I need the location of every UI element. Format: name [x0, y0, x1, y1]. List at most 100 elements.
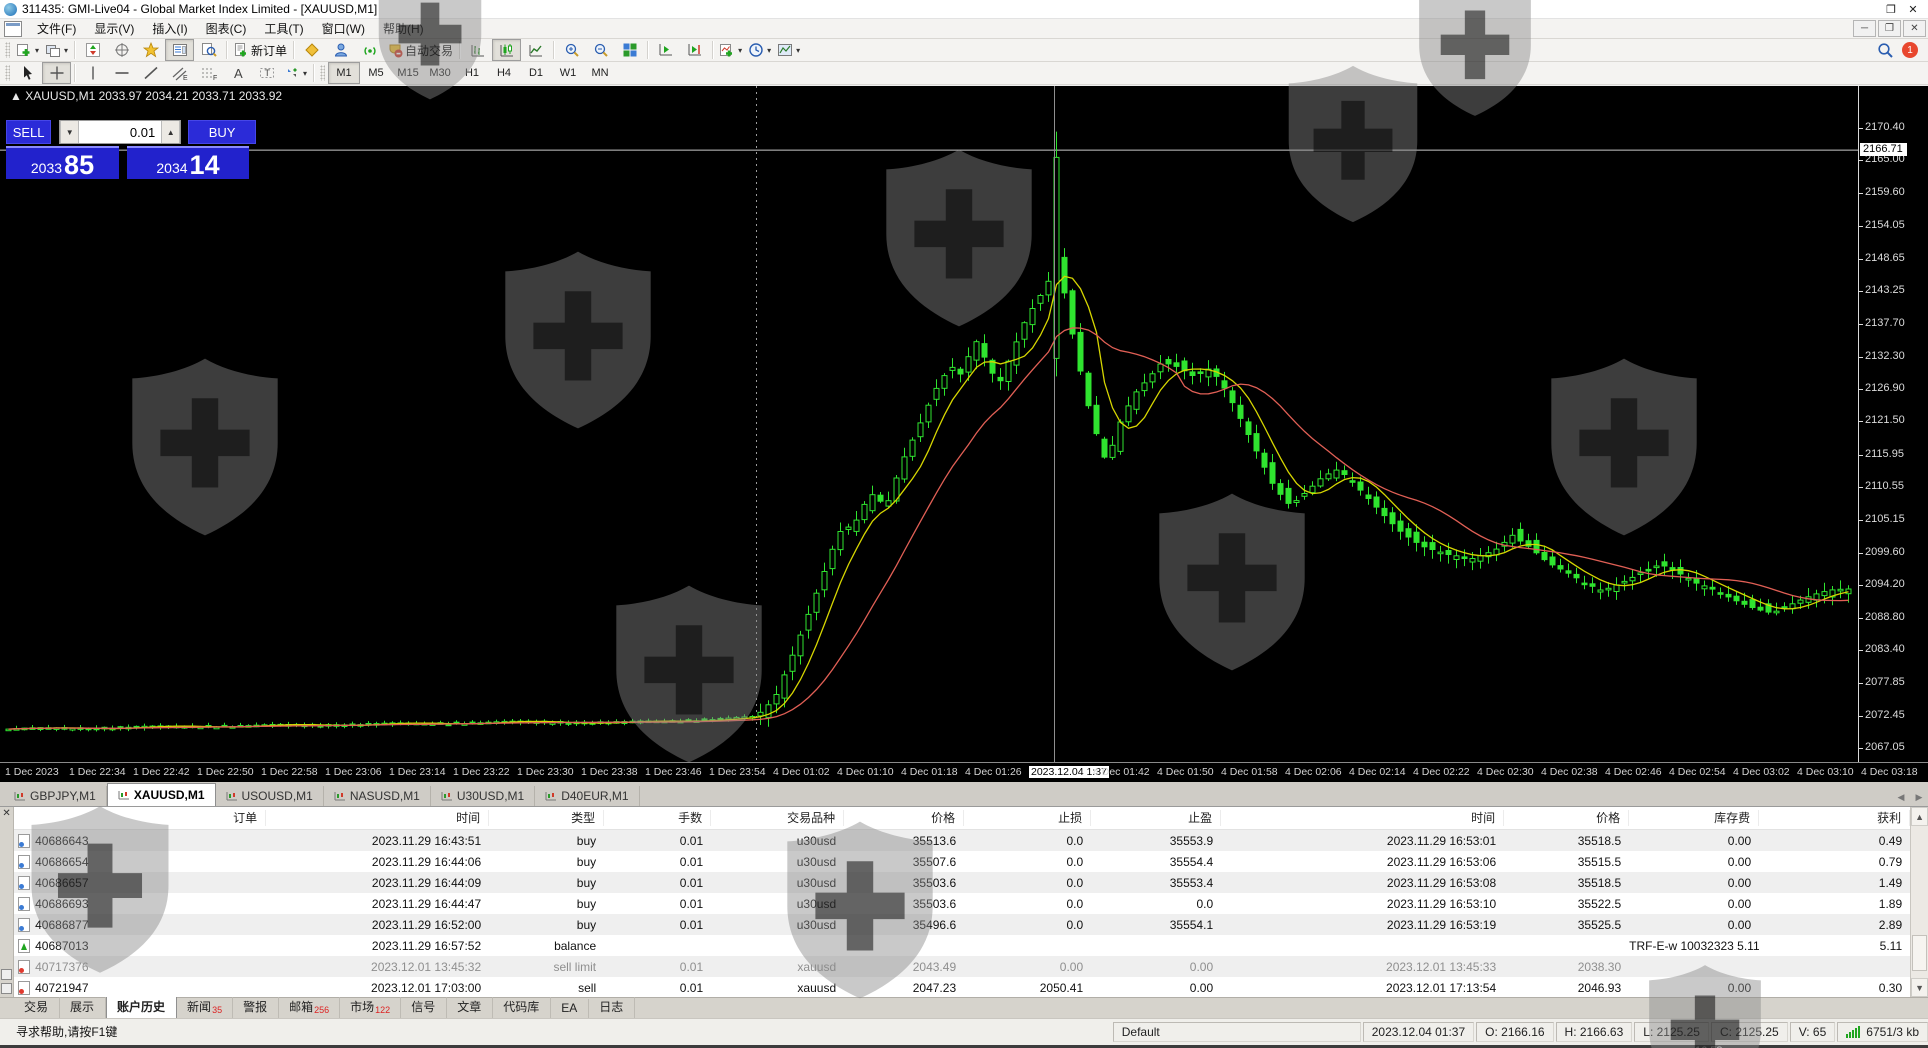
- restore-window-icon[interactable]: ❐: [1880, 2, 1902, 17]
- scroll-down-icon[interactable]: ▼: [1911, 978, 1928, 997]
- terminal-tab[interactable]: 展示: [60, 996, 106, 1018]
- terminal-tab[interactable]: 文章: [447, 996, 493, 1018]
- search-icon[interactable]: [1877, 42, 1894, 59]
- timeframe-button[interactable]: H1: [456, 62, 488, 84]
- terminal-tab[interactable]: 账户历史: [106, 995, 177, 1018]
- crosshair-tool-button[interactable]: [42, 62, 71, 84]
- menu-item[interactable]: 显示(V): [85, 18, 143, 39]
- terminal-strip-icon[interactable]: [1, 983, 12, 994]
- menu-item[interactable]: 图表(C): [197, 18, 256, 39]
- table-row[interactable]: 40686654 2023.11.29 16:44:06 buy 0.01 u3…: [14, 851, 1910, 872]
- sell-button[interactable]: SELL: [6, 120, 51, 144]
- table-row[interactable]: 40686877 2023.11.29 16:52:00 buy 0.01 u3…: [14, 914, 1910, 935]
- terminal-tab[interactable]: EA: [551, 999, 589, 1018]
- close-chart-icon[interactable]: ✕: [1903, 20, 1926, 37]
- periods-button[interactable]: ▾: [745, 39, 774, 61]
- table-header-cell[interactable]: 止盈: [1091, 810, 1221, 826]
- cursor-tool-button[interactable]: [13, 62, 42, 84]
- terminal-tab[interactable]: 新闻 35: [177, 996, 233, 1018]
- table-row[interactable]: 40686657 2023.11.29 16:44:09 buy 0.01 u3…: [14, 872, 1910, 893]
- chart-shift-button[interactable]: [680, 39, 709, 61]
- signals-button[interactable]: [355, 39, 384, 61]
- chart-tab[interactable]: GBPJPY,M1: [4, 786, 107, 806]
- menu-item[interactable]: 工具(T): [255, 18, 312, 39]
- arrows-tool-button[interactable]: ▾: [281, 62, 310, 84]
- status-profile[interactable]: Default: [1113, 1022, 1361, 1042]
- volume-decrease-icon[interactable]: ▼: [60, 121, 79, 143]
- fibonacci-tool-button[interactable]: F: [194, 62, 223, 84]
- table-header-cell[interactable]: 时间: [266, 810, 489, 826]
- timeframe-button[interactable]: H4: [488, 62, 520, 84]
- new-chart-button[interactable]: ▾: [13, 39, 42, 61]
- menu-item[interactable]: 窗口(W): [313, 18, 374, 39]
- price-axis[interactable]: 2170.402165.002159.602154.052148.652143.…: [1858, 86, 1928, 762]
- volume-increase-icon[interactable]: ▲: [161, 121, 180, 143]
- chart-tab[interactable]: XAUUSD,M1: [107, 783, 216, 806]
- candlestick-chart-canvas[interactable]: [0, 86, 1858, 762]
- menu-item[interactable]: 插入(I): [143, 18, 196, 39]
- terminal-scrollbar[interactable]: ▲ ▼: [1910, 807, 1928, 997]
- notification-badge[interactable]: 1: [1902, 42, 1918, 58]
- table-header-cell[interactable]: 订单: [14, 810, 266, 826]
- toolbar-grip[interactable]: [320, 65, 325, 81]
- table-header-cell[interactable]: 类型: [489, 810, 604, 826]
- terminal-tab[interactable]: 信号: [401, 996, 447, 1018]
- tab-scroll-right-icon[interactable]: ▶: [1910, 788, 1928, 806]
- zoom-out-button[interactable]: [586, 39, 615, 61]
- scrollbar-thumb[interactable]: [1912, 935, 1927, 971]
- tab-scroll-left-icon[interactable]: ◀: [1892, 788, 1910, 806]
- line-chart-button[interactable]: [521, 39, 550, 61]
- scroll-up-icon[interactable]: ▲: [1911, 807, 1928, 826]
- table-header-cell[interactable]: 交易品种: [711, 810, 844, 826]
- autotrading-button[interactable]: 自动交易: [384, 39, 456, 61]
- table-header-cell[interactable]: 获利: [1759, 810, 1910, 826]
- strategy-tester-button[interactable]: [194, 39, 223, 61]
- restore-chart-icon[interactable]: ❐: [1878, 20, 1901, 37]
- chart-area[interactable]: ▲ XAUUSD,M1 2033.97 2034.21 2033.71 2033…: [0, 85, 1928, 781]
- timeframe-button[interactable]: M15: [392, 62, 424, 84]
- table-header-cell[interactable]: 止损: [964, 810, 1091, 826]
- terminal-tab[interactable]: 日志: [589, 996, 635, 1018]
- buy-price[interactable]: 2034 14: [127, 146, 249, 179]
- indicators-button[interactable]: ▾: [716, 39, 745, 61]
- tile-windows-button[interactable]: [615, 39, 644, 61]
- volume-value[interactable]: 0.01: [79, 121, 161, 143]
- terminal-close-icon[interactable]: ✕: [2, 809, 10, 819]
- close-window-icon[interactable]: ✕: [1902, 2, 1924, 17]
- table-row[interactable]: 40717376 2023.12.01 13:45:32 sell limit …: [14, 956, 1910, 977]
- zoom-in-button[interactable]: [557, 39, 586, 61]
- toolbar-grip[interactable]: [5, 42, 10, 58]
- candlestick-chart-button[interactable]: [492, 39, 521, 61]
- profiles-button[interactable]: ▾: [42, 39, 71, 61]
- terminal-button[interactable]: [165, 39, 194, 61]
- terminal-tab[interactable]: 邮箱 256: [279, 996, 340, 1018]
- terminal-tab[interactable]: 交易: [14, 996, 60, 1018]
- toolbar-grip[interactable]: [5, 65, 10, 81]
- table-row[interactable]: 40687013 2023.11.29 16:57:52 balance TRF…: [14, 935, 1910, 956]
- minimize-chart-icon[interactable]: ─: [1853, 20, 1876, 37]
- buy-button[interactable]: BUY: [188, 120, 256, 144]
- text-tool-button[interactable]: A: [223, 62, 252, 84]
- table-row[interactable]: 40686643 2023.11.29 16:43:51 buy 0.01 u3…: [14, 830, 1910, 851]
- trendline-tool-button[interactable]: [136, 62, 165, 84]
- terminal-strip-icon[interactable]: [1, 969, 12, 980]
- templates-button[interactable]: ▾: [774, 39, 803, 61]
- table-row[interactable]: 40721947 2023.12.01 17:03:00 sell 0.01 x…: [14, 977, 1910, 998]
- timeframe-button[interactable]: M1: [328, 62, 360, 84]
- vertical-line-tool-button[interactable]: [78, 62, 107, 84]
- market-watch-button[interactable]: [78, 39, 107, 61]
- table-row[interactable]: 40686693 2023.11.29 16:44:47 buy 0.01 u3…: [14, 893, 1910, 914]
- new-order-button[interactable]: 新订单: [230, 39, 290, 61]
- timeframe-button[interactable]: MN: [584, 62, 616, 84]
- terminal-tab[interactable]: 警报: [233, 996, 279, 1018]
- text-label-tool-button[interactable]: T: [252, 62, 281, 84]
- data-window-button[interactable]: [107, 39, 136, 61]
- timeframe-button[interactable]: M5: [360, 62, 392, 84]
- table-header-cell[interactable]: 价格: [1504, 810, 1629, 826]
- chart-tab[interactable]: U30USD,M1: [431, 786, 535, 806]
- horizontal-line-tool-button[interactable]: [107, 62, 136, 84]
- metaeditor-button[interactable]: [297, 39, 326, 61]
- terminal-tab[interactable]: 市场 122: [340, 996, 401, 1018]
- menu-item[interactable]: 帮助(H): [374, 18, 433, 39]
- table-header-cell[interactable]: 手数: [604, 810, 711, 826]
